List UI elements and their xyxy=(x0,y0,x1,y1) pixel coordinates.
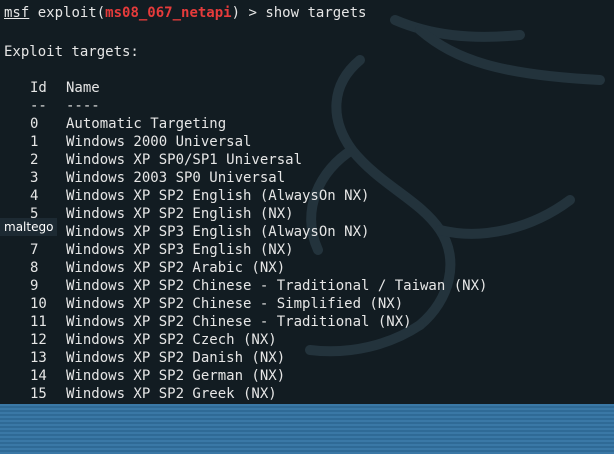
msf-prompt: msf xyxy=(4,5,30,21)
column-id-header: Id xyxy=(30,80,47,96)
target-id: 13 xyxy=(30,350,47,366)
target-id: 7 xyxy=(30,242,39,258)
column-name-separator: ---- xyxy=(66,98,100,114)
target-id: 1 xyxy=(30,134,39,150)
terminal-window[interactable]: msf exploit(ms08_067_netapi) > show targ… xyxy=(0,0,614,404)
target-name: Windows XP SP2 Chinese - Simplified (NX) xyxy=(66,296,404,312)
target-name: Windows XP SP2 Chinese - Traditional (NX… xyxy=(66,314,412,330)
column-name-header: Name xyxy=(66,80,100,96)
target-name: Windows XP SP2 Greek (NX) xyxy=(66,386,277,402)
desktop-icon-maltego[interactable]: maltego xyxy=(0,218,58,236)
module-name: ms08_067_netapi xyxy=(105,5,232,21)
target-name: Windows XP SP2 English (NX) xyxy=(66,206,294,222)
target-name: Windows 2003 SP0 Universal xyxy=(66,170,286,186)
target-name: Windows XP SP3 English (AlwaysOn NX) xyxy=(66,224,370,240)
target-name: Windows XP SP2 Arabic (NX) xyxy=(66,260,286,276)
exploit-prefix: exploit( xyxy=(29,5,106,21)
column-id-separator: -- xyxy=(30,98,47,114)
target-id: 15 xyxy=(30,386,47,402)
target-name: Windows XP SP2 Chinese - Traditional / T… xyxy=(66,278,488,294)
desktop-wallpaper-strip xyxy=(0,404,614,454)
exploit-suffix: ) > xyxy=(231,5,266,21)
target-id: 10 xyxy=(30,296,47,312)
target-name: Windows XP SP0/SP1 Universal xyxy=(66,152,303,168)
prompt-line: msf exploit(ms08_067_netapi) > show targ… xyxy=(4,4,366,22)
command-text: show targets xyxy=(265,5,367,21)
target-id: 4 xyxy=(30,188,39,204)
targets-header: Exploit targets: xyxy=(4,44,139,60)
target-name: Windows 2000 Universal xyxy=(66,134,252,150)
target-id: 12 xyxy=(30,332,47,348)
target-id: 8 xyxy=(30,260,39,276)
target-name: Windows XP SP3 English (NX) xyxy=(66,242,294,258)
target-name: Automatic Targeting xyxy=(66,116,227,132)
target-name: Windows XP SP2 Czech (NX) xyxy=(66,332,277,348)
target-id: 11 xyxy=(30,314,47,330)
target-id: 3 xyxy=(30,170,39,186)
target-name: Windows XP SP2 German (NX) xyxy=(66,368,286,384)
target-id: 14 xyxy=(30,368,47,384)
target-name: Windows XP SP2 English (AlwaysOn NX) xyxy=(66,188,370,204)
target-name: Windows XP SP2 Danish (NX) xyxy=(66,350,286,366)
target-id: 0 xyxy=(30,116,39,132)
target-id: 2 xyxy=(30,152,39,168)
target-id: 9 xyxy=(30,278,39,294)
